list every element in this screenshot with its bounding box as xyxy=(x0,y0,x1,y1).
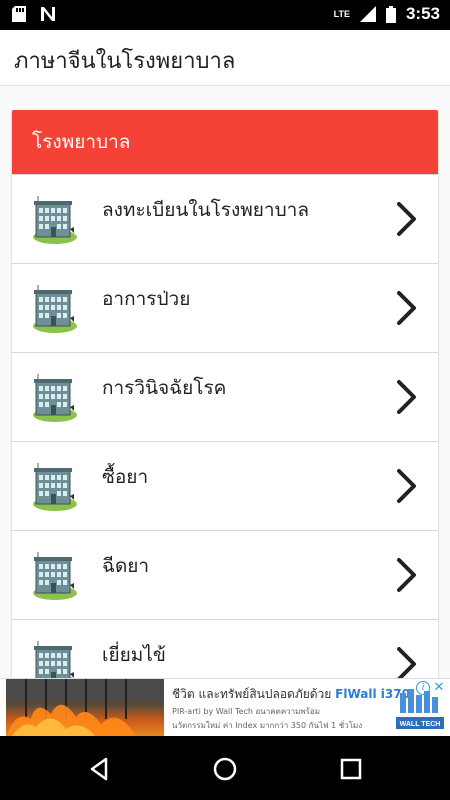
list-item-label: ฉีดยา xyxy=(102,555,150,577)
recents-icon[interactable] xyxy=(338,756,364,782)
list-item-label: อาการป่วย xyxy=(102,288,191,310)
ad-info-icon[interactable]: i xyxy=(416,681,430,695)
main-content[interactable]: โรงพยาบาล ลงทะเบียนในโรงพยาบาล อาการป่วย… xyxy=(0,86,450,678)
chevron-right-icon[interactable] xyxy=(396,290,418,326)
hospital-building-icon xyxy=(30,371,80,423)
chevron-right-icon[interactable] xyxy=(396,468,418,504)
chevron-right-icon[interactable] xyxy=(396,557,418,593)
hospital-building-icon xyxy=(30,638,80,678)
list-item[interactable]: เยี่ยมไข้ xyxy=(12,619,438,678)
list-item-label: ซื้อยา xyxy=(102,466,149,488)
list-item[interactable]: อาการป่วย xyxy=(12,263,438,352)
chevron-right-icon[interactable] xyxy=(396,201,418,237)
category-card: โรงพยาบาล ลงทะเบียนในโรงพยาบาล อาการป่วย… xyxy=(12,110,438,678)
ad-close-icon[interactable]: ✕ xyxy=(432,681,446,695)
card-header: โรงพยาบาล xyxy=(12,110,438,174)
ad-description[interactable]: นวัตกรรมใหม่ ค่า Index มากกว่า 350 กันไฟ… xyxy=(172,719,362,732)
sd-card-icon xyxy=(12,6,26,22)
list-item[interactable]: ฉีดยา xyxy=(12,530,438,619)
list-item[interactable]: การวินิจฉัยโรค xyxy=(12,352,438,441)
ad-banner[interactable]: ชีวิต และทรัพย์สินปลอดภัยด้วย FlWall i37… xyxy=(0,678,450,737)
ad-subline[interactable]: PIR-arti by Wall Tech อนาคตความพร้อม xyxy=(172,705,320,718)
app-bar: ภาษาจีนในโรงพยาบาล xyxy=(0,30,450,86)
list-item-label: การวินิจฉัยโรค xyxy=(102,377,227,399)
navigation-bar xyxy=(0,736,450,800)
ad-image[interactable] xyxy=(6,679,164,737)
clock: 3:53 xyxy=(405,4,440,23)
ad-headline[interactable]: ชีวิต และทรัพย์สินปลอดภัยด้วย FlWall i37… xyxy=(172,685,410,704)
hospital-building-icon xyxy=(30,549,80,601)
chevron-right-icon[interactable] xyxy=(396,646,418,678)
hospital-building-icon xyxy=(30,460,80,512)
n-notification-icon xyxy=(41,7,55,21)
list-item-label: ลงทะเบียนในโรงพยาบาล xyxy=(102,199,309,221)
svg-text:WALL TECH: WALL TECH xyxy=(400,721,441,728)
chevron-right-icon[interactable] xyxy=(396,379,418,415)
status-bar: LTE 3:53 xyxy=(0,0,450,30)
signal-icon xyxy=(359,6,376,22)
list-item[interactable]: ซื้อยา xyxy=(12,441,438,530)
hospital-building-icon xyxy=(30,282,80,334)
network-type: LTE xyxy=(333,9,350,19)
home-icon[interactable] xyxy=(212,756,238,782)
back-icon[interactable] xyxy=(86,756,112,782)
list-item[interactable]: ลงทะเบียนในโรงพยาบาล xyxy=(12,174,438,263)
battery-icon xyxy=(385,5,396,23)
hospital-building-icon xyxy=(30,193,80,245)
list-item-label: เยี่ยมไข้ xyxy=(102,644,166,666)
app-title: ภาษาจีนในโรงพยาบาล xyxy=(14,49,236,74)
